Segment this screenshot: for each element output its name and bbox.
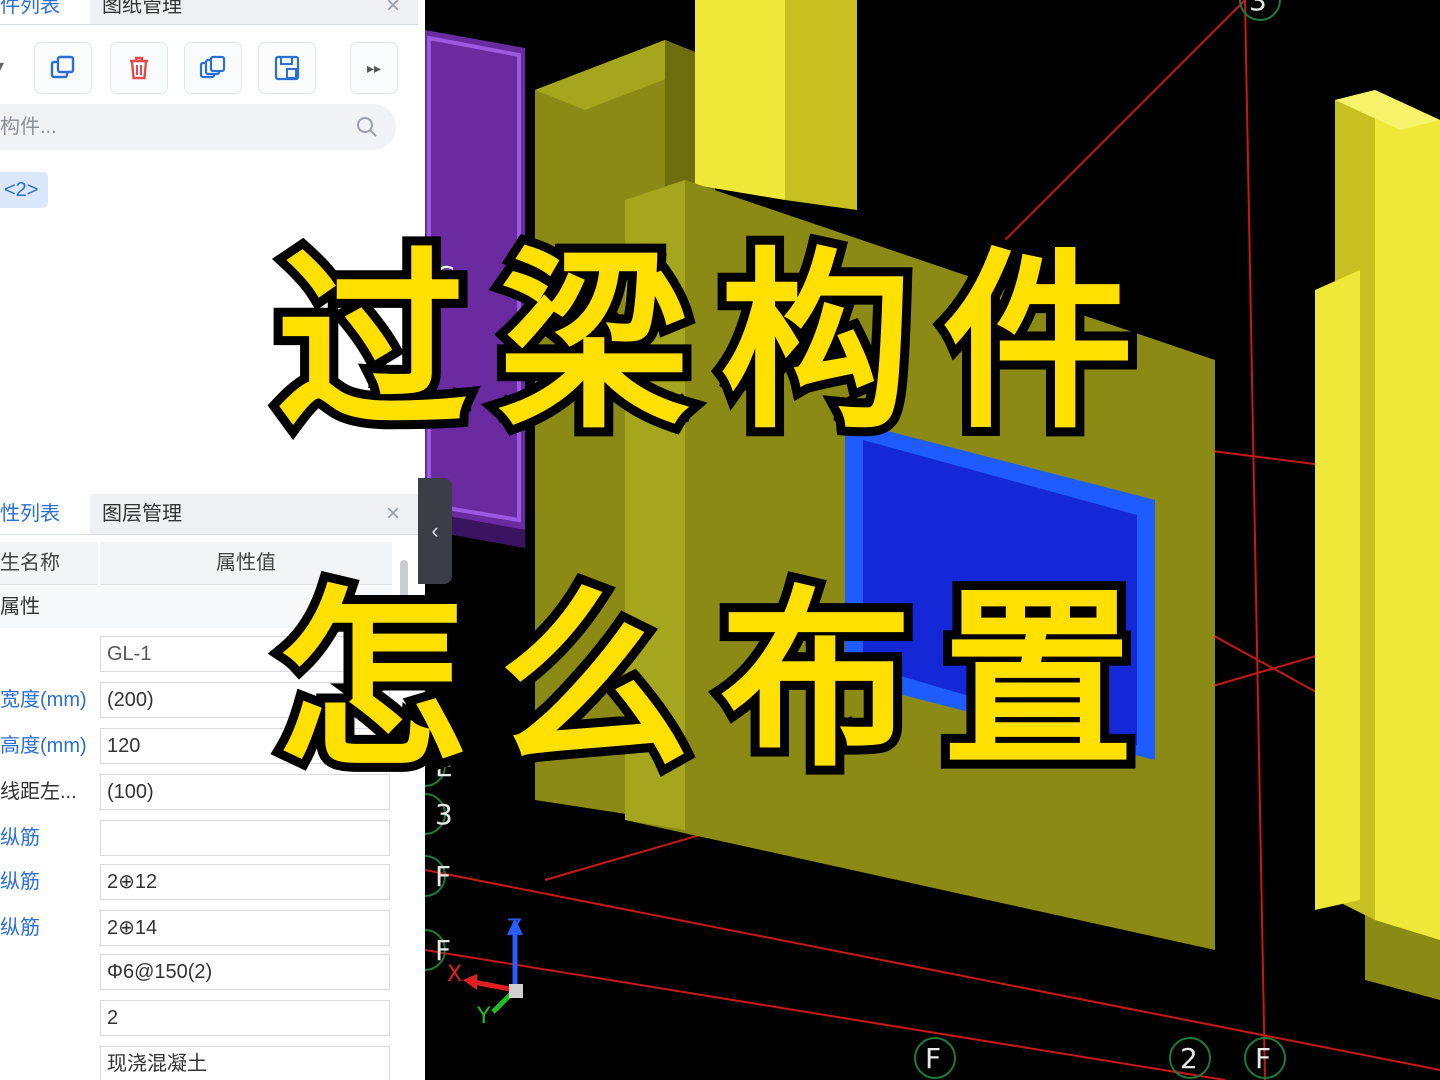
duplicate-button[interactable] bbox=[184, 42, 242, 94]
3d-model-canvas[interactable] bbox=[425, 0, 1440, 1080]
grid-label: F bbox=[925, 1042, 942, 1075]
chevron-down-icon[interactable]: ▾ bbox=[0, 56, 4, 76]
overlay-title-line1: 过梁构件 bbox=[267, 232, 1164, 455]
property-value[interactable]: 2⊕12 bbox=[100, 864, 390, 900]
property-value[interactable]: Φ6@150(2) bbox=[100, 954, 390, 990]
bottom-tab-bar: 性列表 图层管理 × bbox=[0, 494, 418, 535]
property-label: 纵筋 bbox=[0, 871, 40, 893]
search-icon[interactable] bbox=[356, 116, 378, 138]
grid-label: 2 bbox=[1180, 1042, 1198, 1075]
top-column bbox=[695, 0, 857, 210]
property-value[interactable] bbox=[100, 820, 390, 856]
column-header-name: 生名称 bbox=[0, 542, 98, 585]
delete-button[interactable] bbox=[110, 42, 168, 94]
top-tab-bar: 件列表 图纸管理 × bbox=[0, 0, 418, 25]
search-input[interactable]: 构件... bbox=[0, 104, 57, 150]
property-label: 纵筋 bbox=[0, 917, 40, 939]
properties-panel: 件列表 图纸管理 × ▾ ▸▸ 构件... <2> 性列表 图层管理 × 生名称… bbox=[0, 0, 425, 1080]
tree-item-chip[interactable]: <2> bbox=[0, 172, 49, 208]
grid-label: 3 bbox=[435, 798, 453, 831]
x-axis-label: X bbox=[447, 962, 463, 987]
panel-collapse-handle[interactable]: ‹ bbox=[418, 478, 452, 584]
property-label: 线距左... bbox=[0, 781, 77, 803]
grid-label: 3 bbox=[1249, 0, 1267, 17]
copy-icon bbox=[50, 55, 75, 79]
more-button[interactable]: ▸▸ bbox=[350, 42, 398, 94]
3d-viewport[interactable]: 3 C E 3 F F F 2 F Z X Y bbox=[425, 0, 1440, 1080]
property-value[interactable]: 2 bbox=[100, 1000, 390, 1036]
overlay-title-line2: 怎么布置 bbox=[267, 570, 1164, 793]
component-search[interactable]: 构件... bbox=[0, 104, 396, 150]
copy-button[interactable] bbox=[34, 42, 92, 94]
property-label bbox=[0, 1044, 98, 1080]
close-icon[interactable]: × bbox=[386, 0, 400, 24]
tab-drawing-management[interactable]: 图纸管理 bbox=[102, 0, 182, 24]
right-column bbox=[1315, 90, 1440, 940]
save-button[interactable] bbox=[258, 42, 316, 94]
property-label bbox=[0, 952, 98, 992]
property-label bbox=[0, 998, 98, 1038]
delete-icon bbox=[130, 56, 148, 80]
grid-label: F bbox=[1255, 1042, 1272, 1075]
property-value[interactable]: 现浇混凝土 bbox=[100, 1046, 390, 1080]
property-value[interactable]: 2⊕14 bbox=[100, 910, 390, 946]
grid-label: F bbox=[435, 860, 452, 893]
duplicate-icon bbox=[199, 55, 226, 79]
property-label: 纵筋 bbox=[0, 827, 40, 849]
z-axis-label: Z bbox=[507, 916, 523, 941]
y-axis-label: Y bbox=[477, 1004, 491, 1029]
tab-property-list[interactable]: 性列表 bbox=[0, 494, 90, 534]
tab-layer-management[interactable]: 图层管理 bbox=[102, 494, 182, 534]
save-icon bbox=[274, 55, 300, 81]
close-icon[interactable]: × bbox=[386, 494, 400, 534]
tab-component-list[interactable]: 件列表 bbox=[0, 0, 90, 24]
